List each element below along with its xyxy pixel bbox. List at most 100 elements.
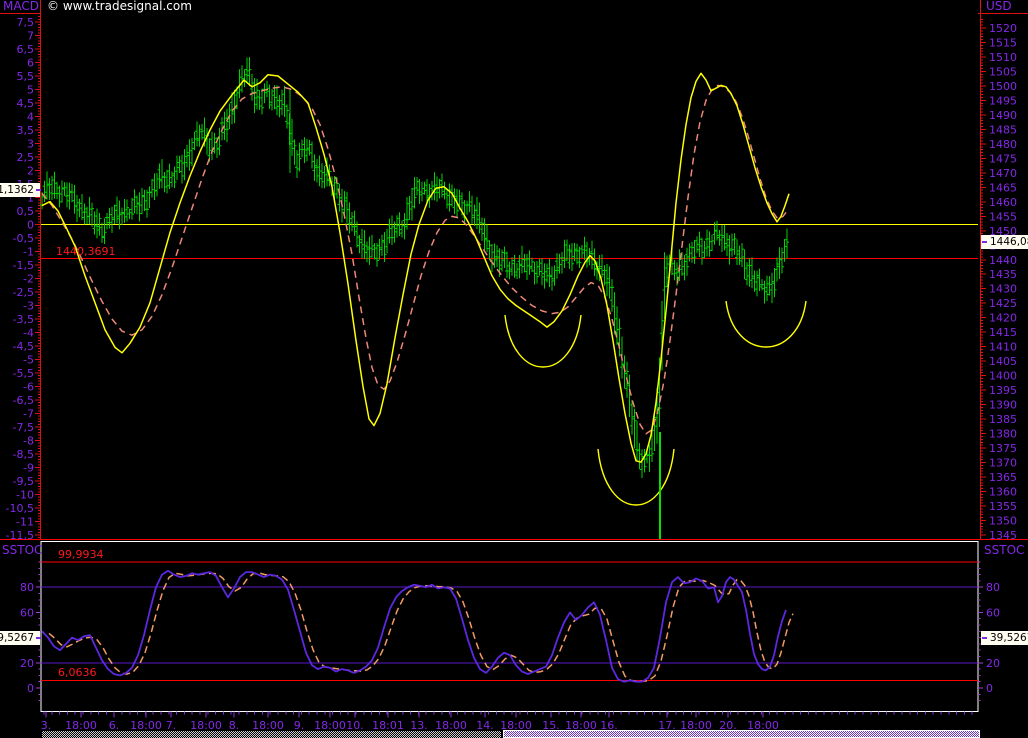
svg-text:-11: -11 bbox=[16, 516, 34, 529]
svg-text:-6,5: -6,5 bbox=[13, 394, 34, 407]
svg-text:1475: 1475 bbox=[989, 152, 1017, 165]
svg-text:1400: 1400 bbox=[989, 370, 1017, 383]
svg-text:-0,5: -0,5 bbox=[13, 232, 34, 245]
svg-text:-7,5: -7,5 bbox=[13, 421, 34, 434]
svg-text:1495: 1495 bbox=[989, 94, 1017, 107]
svg-text:-8: -8 bbox=[23, 435, 34, 448]
svg-text:-10: -10 bbox=[16, 489, 34, 502]
stoch-upper-band-label: 99,9934 bbox=[58, 549, 104, 561]
svg-text:1520: 1520 bbox=[989, 22, 1017, 35]
svg-text:-2: -2 bbox=[23, 273, 34, 286]
svg-text:1395: 1395 bbox=[989, 384, 1017, 397]
panel-borders bbox=[0, 0, 1028, 712]
svg-text:1385: 1385 bbox=[989, 413, 1017, 426]
svg-text:4,5: 4,5 bbox=[17, 97, 35, 110]
right-axis-price: 1345 135013551360 13651370 13751380 13851390… bbox=[981, 19, 1018, 542]
svg-text:-4,5: -4,5 bbox=[13, 340, 34, 353]
macd-value-marker-dash bbox=[36, 189, 41, 191]
left-axis-macd: 7,576,565,554,543,532,521,510,50-0,5-1-1… bbox=[6, 16, 41, 542]
sstoc-axis-title-left: SSTOC bbox=[2, 544, 42, 557]
svg-text:1505: 1505 bbox=[989, 65, 1017, 78]
svg-text:5: 5 bbox=[27, 84, 34, 97]
svg-text:7,5: 7,5 bbox=[17, 16, 35, 29]
svg-text:-10,5: -10,5 bbox=[6, 502, 34, 515]
main-price-series bbox=[40, 57, 789, 478]
svg-text:1420: 1420 bbox=[989, 312, 1017, 325]
sstoc-value-box-right: 39,5267 bbox=[981, 631, 1028, 645]
svg-text:60: 60 bbox=[986, 606, 1000, 619]
svg-text:1370: 1370 bbox=[989, 457, 1017, 470]
svg-text:1390: 1390 bbox=[989, 399, 1017, 412]
svg-text:6,5: 6,5 bbox=[17, 43, 35, 56]
svg-text:1410: 1410 bbox=[989, 341, 1017, 354]
svg-text:1455: 1455 bbox=[989, 210, 1017, 223]
svg-text:1485: 1485 bbox=[989, 123, 1017, 136]
tradesignal-chart-window: 7,576,565,554,543,532,521,510,50-0,5-1-1… bbox=[0, 0, 1028, 738]
svg-text:1430: 1430 bbox=[989, 283, 1017, 296]
svg-text:-1: -1 bbox=[23, 246, 34, 259]
svg-text:3,5: 3,5 bbox=[17, 124, 35, 137]
svg-text:1470: 1470 bbox=[989, 167, 1017, 180]
svg-text:-3: -3 bbox=[23, 300, 34, 313]
svg-text:0: 0 bbox=[986, 682, 993, 695]
svg-text:1480: 1480 bbox=[989, 138, 1017, 151]
svg-text:80: 80 bbox=[20, 581, 34, 594]
svg-text:1440: 1440 bbox=[989, 254, 1017, 267]
svg-text:1405: 1405 bbox=[989, 355, 1017, 368]
svg-text:-8,5: -8,5 bbox=[13, 448, 34, 461]
scrollbar-thumb[interactable] bbox=[503, 730, 980, 738]
svg-text:1515: 1515 bbox=[989, 36, 1017, 49]
svg-text:3: 3 bbox=[27, 138, 34, 151]
macd-signal-line bbox=[42, 85, 786, 433]
svg-text:-7: -7 bbox=[23, 408, 34, 421]
svg-text:1435: 1435 bbox=[989, 268, 1017, 281]
svg-text:1460: 1460 bbox=[989, 196, 1017, 209]
svg-text:-1,5: -1,5 bbox=[13, 259, 34, 272]
svg-text:6: 6 bbox=[27, 57, 34, 70]
svg-text:-9: -9 bbox=[23, 462, 34, 475]
svg-text:-11,5: -11,5 bbox=[6, 529, 34, 542]
svg-text:1345: 1345 bbox=[989, 529, 1017, 542]
svg-text:1415: 1415 bbox=[989, 326, 1017, 339]
svg-text:2: 2 bbox=[27, 165, 34, 178]
svg-text:0: 0 bbox=[27, 682, 34, 695]
svg-text:1500: 1500 bbox=[989, 80, 1017, 93]
price-level-label: 1440,3691 bbox=[56, 246, 116, 258]
chart-canvas[interactable]: 7,576,565,554,543,532,521,510,50-0,5-1-1… bbox=[0, 0, 1028, 738]
svg-text:1350: 1350 bbox=[989, 514, 1017, 527]
stoch-lower-band-label: 6,0636 bbox=[58, 667, 97, 679]
svg-text:80: 80 bbox=[986, 581, 1000, 594]
svg-text:1380: 1380 bbox=[989, 428, 1017, 441]
stoch-axes: 808060604040202000 bbox=[20, 562, 1000, 701]
svg-text:-3,5: -3,5 bbox=[13, 313, 34, 326]
sstoc-axis-title-right: SSTOC bbox=[984, 544, 1024, 557]
svg-text:1465: 1465 bbox=[989, 181, 1017, 194]
svg-text:20: 20 bbox=[986, 657, 1000, 670]
stoch-bands bbox=[41, 562, 978, 680]
svg-text:7: 7 bbox=[27, 30, 34, 43]
svg-text:2,5: 2,5 bbox=[17, 151, 35, 164]
svg-text:0,5: 0,5 bbox=[17, 205, 35, 218]
svg-text:1490: 1490 bbox=[989, 109, 1017, 122]
sstoc-value-marker-dash-right bbox=[982, 637, 987, 639]
svg-text:0: 0 bbox=[27, 219, 34, 232]
macd-axis-title: MACD bbox=[3, 0, 39, 13]
svg-text:-9,5: -9,5 bbox=[13, 475, 34, 488]
svg-text:1425: 1425 bbox=[989, 297, 1017, 310]
price-value-marker-dash bbox=[982, 241, 987, 243]
sstoc-value-marker-dash-left bbox=[36, 637, 41, 639]
price-value-box: 1446,08 bbox=[981, 235, 1028, 249]
x-axis: 3.18:006.18:007.18:008.18:009.18:0010.18… bbox=[41, 712, 972, 733]
svg-text:4: 4 bbox=[27, 111, 34, 124]
svg-text:1355: 1355 bbox=[989, 500, 1017, 513]
copyright-text: © www.tradesignal.com bbox=[47, 0, 192, 13]
scrollbar-track[interactable] bbox=[42, 731, 501, 738]
svg-text:1360: 1360 bbox=[989, 486, 1017, 499]
svg-text:1375: 1375 bbox=[989, 442, 1017, 455]
svg-text:-2,5: -2,5 bbox=[13, 286, 34, 299]
sstoc-value-box-left: 39,5267 bbox=[0, 631, 40, 645]
svg-text:1365: 1365 bbox=[989, 471, 1017, 484]
svg-text:5,5: 5,5 bbox=[17, 70, 35, 83]
svg-text:60: 60 bbox=[20, 606, 34, 619]
svg-text:20: 20 bbox=[20, 657, 34, 670]
